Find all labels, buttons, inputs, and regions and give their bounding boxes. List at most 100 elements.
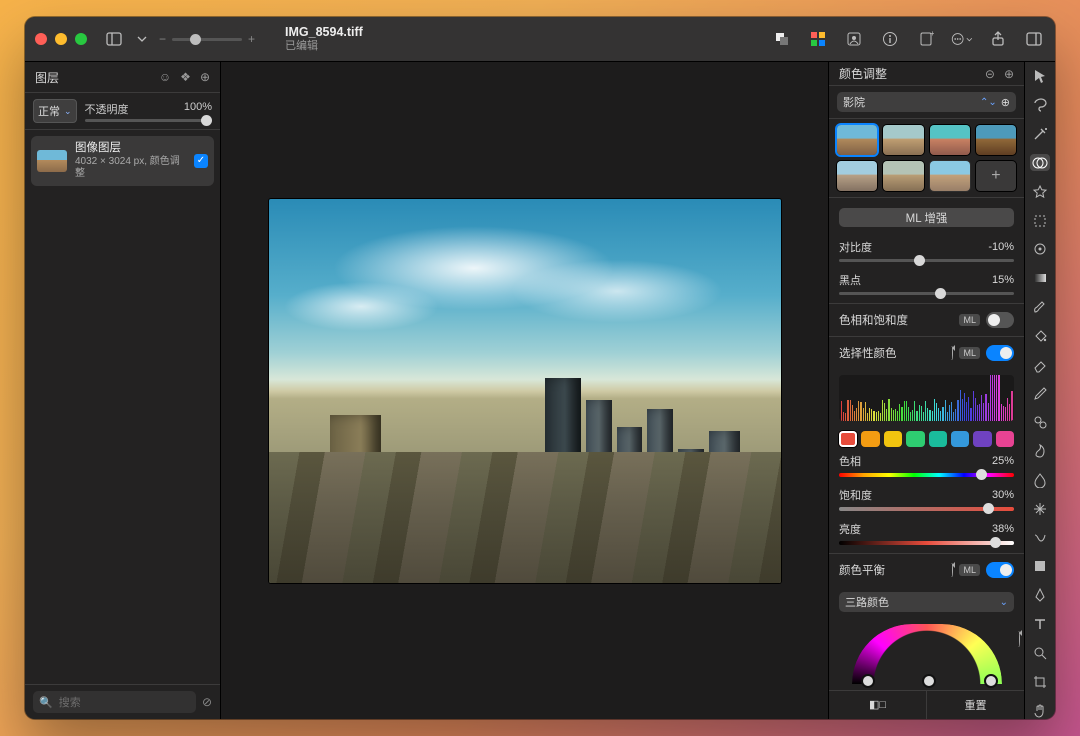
- add-preset-button[interactable]: +: [976, 161, 1016, 191]
- huesat-toggle[interactable]: [986, 312, 1014, 328]
- preset-thumb[interactable]: [930, 161, 970, 191]
- arrange-icon[interactable]: [771, 28, 793, 50]
- preset-select[interactable]: 影院 ⌃⌄ ⊕: [837, 92, 1016, 112]
- inspector-toggle-icon[interactable]: [1023, 28, 1045, 50]
- search-icon: 🔍: [39, 696, 53, 709]
- opacity-slider[interactable]: [85, 119, 212, 122]
- color-swatches: [839, 431, 1014, 447]
- selcolor-toggle[interactable]: [986, 345, 1014, 361]
- color-swatch[interactable]: [929, 431, 947, 447]
- warp-tool[interactable]: [1030, 529, 1050, 546]
- reset-balance-icon[interactable]: [951, 564, 953, 576]
- layer-search-input[interactable]: 🔍 搜索: [33, 691, 196, 713]
- layer-thumbnail: [37, 150, 67, 172]
- pen-tool[interactable]: [1030, 587, 1050, 604]
- zoom-control[interactable]: − +: [159, 32, 255, 46]
- blackpoint-label: 黑点: [839, 272, 861, 288]
- portrait-icon[interactable]: [843, 28, 865, 50]
- sparkle-tool[interactable]: [1030, 500, 1050, 517]
- hand-tool[interactable]: [1030, 702, 1050, 719]
- marquee-tool[interactable]: [1030, 212, 1050, 229]
- saturation-slider[interactable]: [839, 507, 1014, 511]
- preset-thumb[interactable]: [837, 161, 877, 191]
- bucket-tool[interactable]: [1030, 327, 1050, 344]
- hue-slider[interactable]: [839, 473, 1014, 477]
- panel-add-icon[interactable]: ⊕: [1004, 67, 1014, 81]
- ml-pill[interactable]: ML: [959, 347, 980, 359]
- canvas-area[interactable]: [221, 62, 828, 719]
- blur-tool[interactable]: [1030, 472, 1050, 489]
- color-wheel[interactable]: [852, 624, 1002, 684]
- blackpoint-value: 15%: [992, 274, 1014, 286]
- clone-tool[interactable]: [1030, 414, 1050, 431]
- color-swatch[interactable]: [861, 431, 879, 447]
- layer-meta: 4032 × 3024 px, 颜色调整: [75, 156, 186, 180]
- zoom-slider[interactable]: [172, 38, 242, 41]
- share-icon[interactable]: [987, 28, 1009, 50]
- brush-tool[interactable]: [1030, 299, 1050, 316]
- pencil-tool[interactable]: [1030, 385, 1050, 402]
- blend-mode-select[interactable]: 正常⌄: [33, 99, 77, 123]
- preset-thumb[interactable]: [883, 125, 923, 155]
- app-window: − + IMG_8594.tiff 已编辑 + 图层 ☺: [25, 17, 1055, 719]
- layer-stack-icon[interactable]: ❖: [180, 70, 191, 84]
- wheel-reset-icon[interactable]: [1018, 632, 1020, 646]
- luminance-slider[interactable]: [839, 541, 1014, 545]
- close-window-button[interactable]: [35, 33, 47, 45]
- sidebar-menu-button[interactable]: [135, 28, 149, 50]
- gradient-tool[interactable]: [1030, 270, 1050, 287]
- preset-thumb[interactable]: [837, 125, 877, 155]
- color-adjust-tool[interactable]: [1030, 154, 1050, 171]
- color-swatch[interactable]: [839, 431, 857, 447]
- color-swatch[interactable]: [973, 431, 991, 447]
- shape-tool[interactable]: [1030, 558, 1050, 575]
- layer-filter-icon[interactable]: ☺: [159, 70, 171, 84]
- crop-tool[interactable]: [1030, 673, 1050, 690]
- layer-visible-checkbox[interactable]: ✓: [194, 154, 208, 168]
- tri-color-select[interactable]: 三路颜色⌄: [839, 592, 1014, 612]
- compare-split-button[interactable]: ◧□: [829, 691, 926, 719]
- preset-thumb[interactable]: [930, 125, 970, 155]
- eraser-tool[interactable]: [1030, 356, 1050, 373]
- color-swatch[interactable]: [996, 431, 1014, 447]
- contrast-value: -10%: [988, 241, 1014, 253]
- star-tool[interactable]: [1030, 183, 1050, 200]
- ml-pill[interactable]: ML: [959, 564, 980, 576]
- preset-thumbnails: +: [829, 119, 1024, 198]
- layer-name: 图像图层: [75, 142, 186, 156]
- info-icon[interactable]: [879, 28, 901, 50]
- reset-button[interactable]: 重置: [926, 691, 1024, 719]
- smudge-tool[interactable]: [1030, 443, 1050, 460]
- search-options-icon[interactable]: ⊘: [202, 695, 212, 709]
- fullscreen-window-button[interactable]: [75, 33, 87, 45]
- color-adjust-panel: 颜色调整 ⊝ ⊕ 影院 ⌃⌄ ⊕: [828, 62, 1024, 719]
- add-layer-icon[interactable]: ⊕: [200, 70, 210, 84]
- color-grid-icon[interactable]: [807, 28, 829, 50]
- file-title: IMG_8594.tiff: [285, 25, 363, 39]
- minimize-window-button[interactable]: [55, 33, 67, 45]
- color-swatch[interactable]: [906, 431, 924, 447]
- preset-save-icon[interactable]: ⊕: [1001, 96, 1010, 109]
- color-swatch[interactable]: [951, 431, 969, 447]
- ml-pill[interactable]: ML: [959, 314, 980, 326]
- arrow-tool[interactable]: [1030, 68, 1050, 85]
- balance-toggle[interactable]: [986, 562, 1014, 578]
- new-doc-icon[interactable]: +: [915, 28, 937, 50]
- lasso-tool[interactable]: [1030, 97, 1050, 114]
- more-icon[interactable]: [951, 28, 973, 50]
- crop-rotate-tool[interactable]: [1030, 241, 1050, 258]
- layer-item[interactable]: 图像图层 4032 × 3024 px, 颜色调整 ✓: [31, 136, 214, 186]
- zoom-tool[interactable]: [1030, 645, 1050, 662]
- contrast-slider[interactable]: [839, 259, 1014, 262]
- preset-thumb[interactable]: [976, 125, 1016, 155]
- reset-selcolor-icon[interactable]: [951, 347, 953, 359]
- color-swatch[interactable]: [884, 431, 902, 447]
- sidebar-toggle-button[interactable]: [103, 28, 125, 50]
- panel-options-icon[interactable]: ⊝: [985, 67, 995, 81]
- preset-thumb[interactable]: [883, 161, 923, 191]
- ml-enhance-button[interactable]: ML 增强: [839, 208, 1014, 226]
- type-tool[interactable]: [1030, 616, 1050, 633]
- blackpoint-slider[interactable]: [839, 292, 1014, 295]
- layers-header: 图层: [35, 69, 59, 86]
- wand-tool[interactable]: [1030, 126, 1050, 143]
